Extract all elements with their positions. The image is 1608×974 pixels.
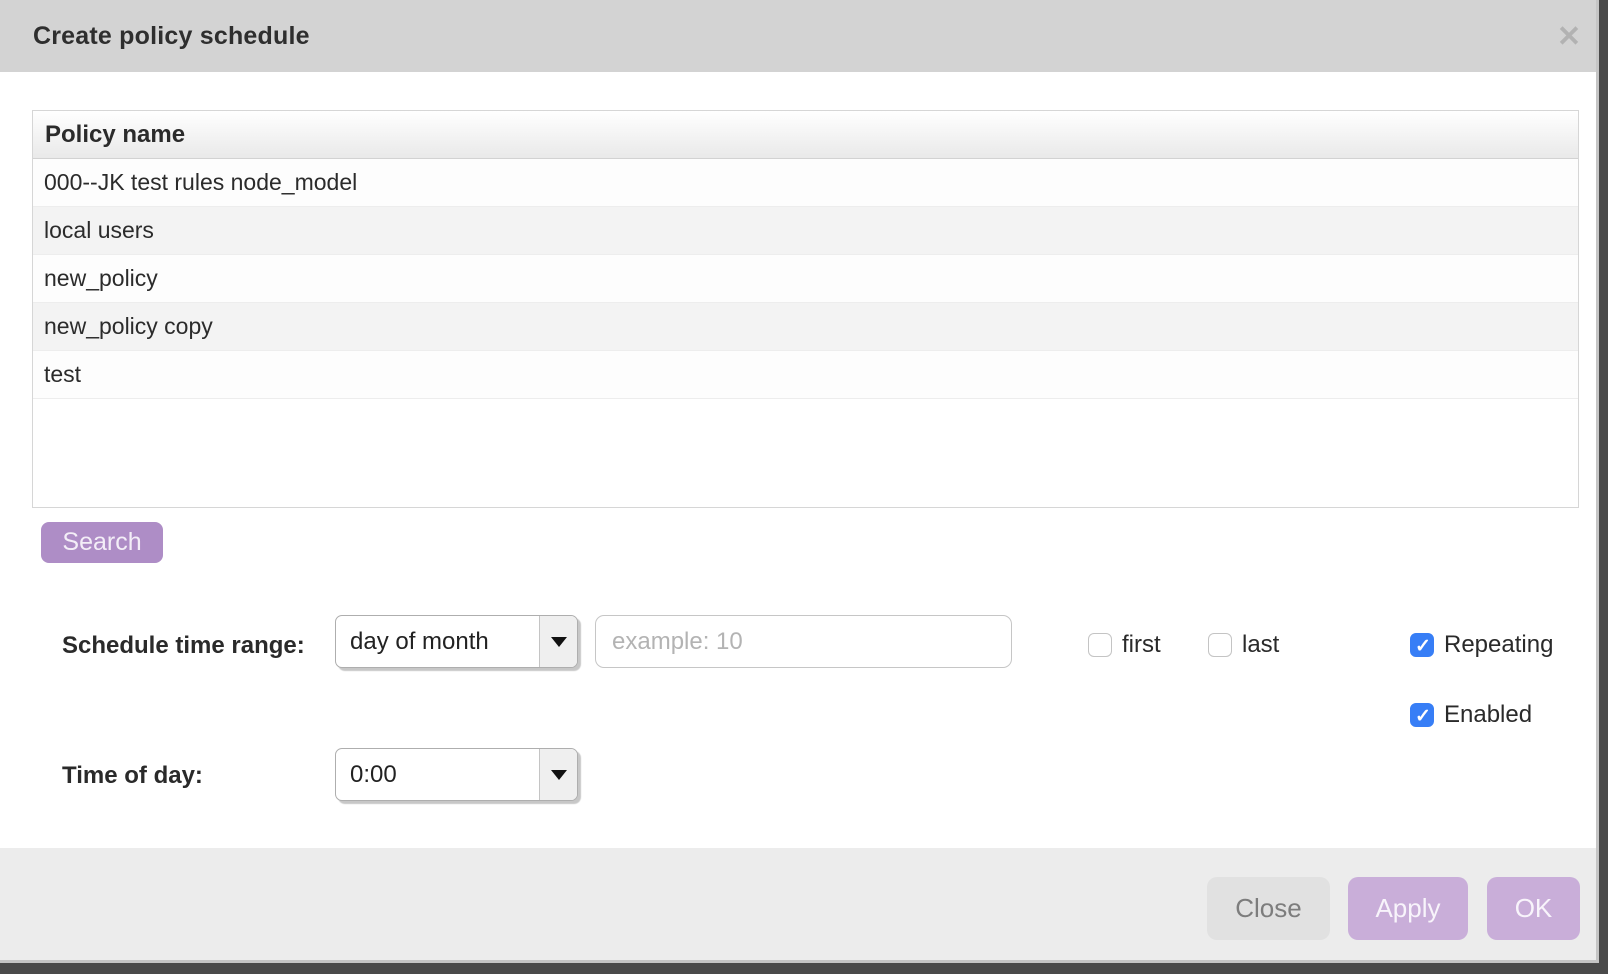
chevron-down-icon[interactable] <box>539 749 577 800</box>
last-checkbox-label: last <box>1242 631 1279 659</box>
enabled-checkbox-label: Enabled <box>1444 701 1532 729</box>
checkbox-icon[interactable] <box>1088 633 1112 657</box>
first-checkbox-label: first <box>1122 631 1161 659</box>
range-type-selected-value: day of month <box>336 616 539 667</box>
close-button[interactable]: Close <box>1207 877 1330 940</box>
last-checkbox[interactable]: last <box>1208 630 1279 660</box>
time-of-day-selected-value: 0:00 <box>336 749 539 800</box>
page-backdrop: Create policy schedule ✕ Policy name 000… <box>0 0 1608 974</box>
time-of-day-select[interactable]: 0:00 <box>335 748 578 801</box>
dialog-footer: Close Apply OK <box>0 848 1596 960</box>
table-row[interactable]: test <box>33 351 1578 399</box>
table-row[interactable]: 000--JK test rules node_model <box>33 159 1578 207</box>
dialog-title: Create policy schedule <box>33 22 310 51</box>
first-checkbox[interactable]: first <box>1088 630 1161 660</box>
checkbox-icon[interactable] <box>1208 633 1232 657</box>
repeating-checkbox[interactable]: Repeating <box>1410 630 1553 660</box>
enabled-checkbox[interactable]: Enabled <box>1410 700 1532 730</box>
dialog-body: Policy name 000--JK test rules node_mode… <box>0 72 1596 848</box>
ok-button[interactable]: OK <box>1487 877 1580 940</box>
policy-table-header: Policy name <box>33 111 1578 159</box>
table-row[interactable]: local users <box>33 207 1578 255</box>
range-type-select[interactable]: day of month <box>335 615 578 668</box>
dialog-header: Create policy schedule ✕ <box>0 0 1596 72</box>
range-value-input[interactable] <box>595 615 1012 668</box>
table-row[interactable]: new_policy copy <box>33 303 1578 351</box>
chevron-down-icon[interactable] <box>539 616 577 667</box>
checkbox-icon[interactable] <box>1410 633 1434 657</box>
search-button[interactable]: Search <box>41 522 163 563</box>
checkbox-icon[interactable] <box>1410 703 1434 727</box>
repeating-checkbox-label: Repeating <box>1444 631 1553 659</box>
create-policy-schedule-dialog: Create policy schedule ✕ Policy name 000… <box>0 0 1599 963</box>
policy-table: Policy name 000--JK test rules node_mode… <box>32 110 1579 508</box>
apply-button[interactable]: Apply <box>1348 877 1468 940</box>
schedule-time-range-label: Schedule time range: <box>62 631 305 661</box>
time-of-day-label: Time of day: <box>62 761 203 791</box>
close-icon[interactable]: ✕ <box>1549 0 1589 72</box>
table-row[interactable]: new_policy <box>33 255 1578 303</box>
